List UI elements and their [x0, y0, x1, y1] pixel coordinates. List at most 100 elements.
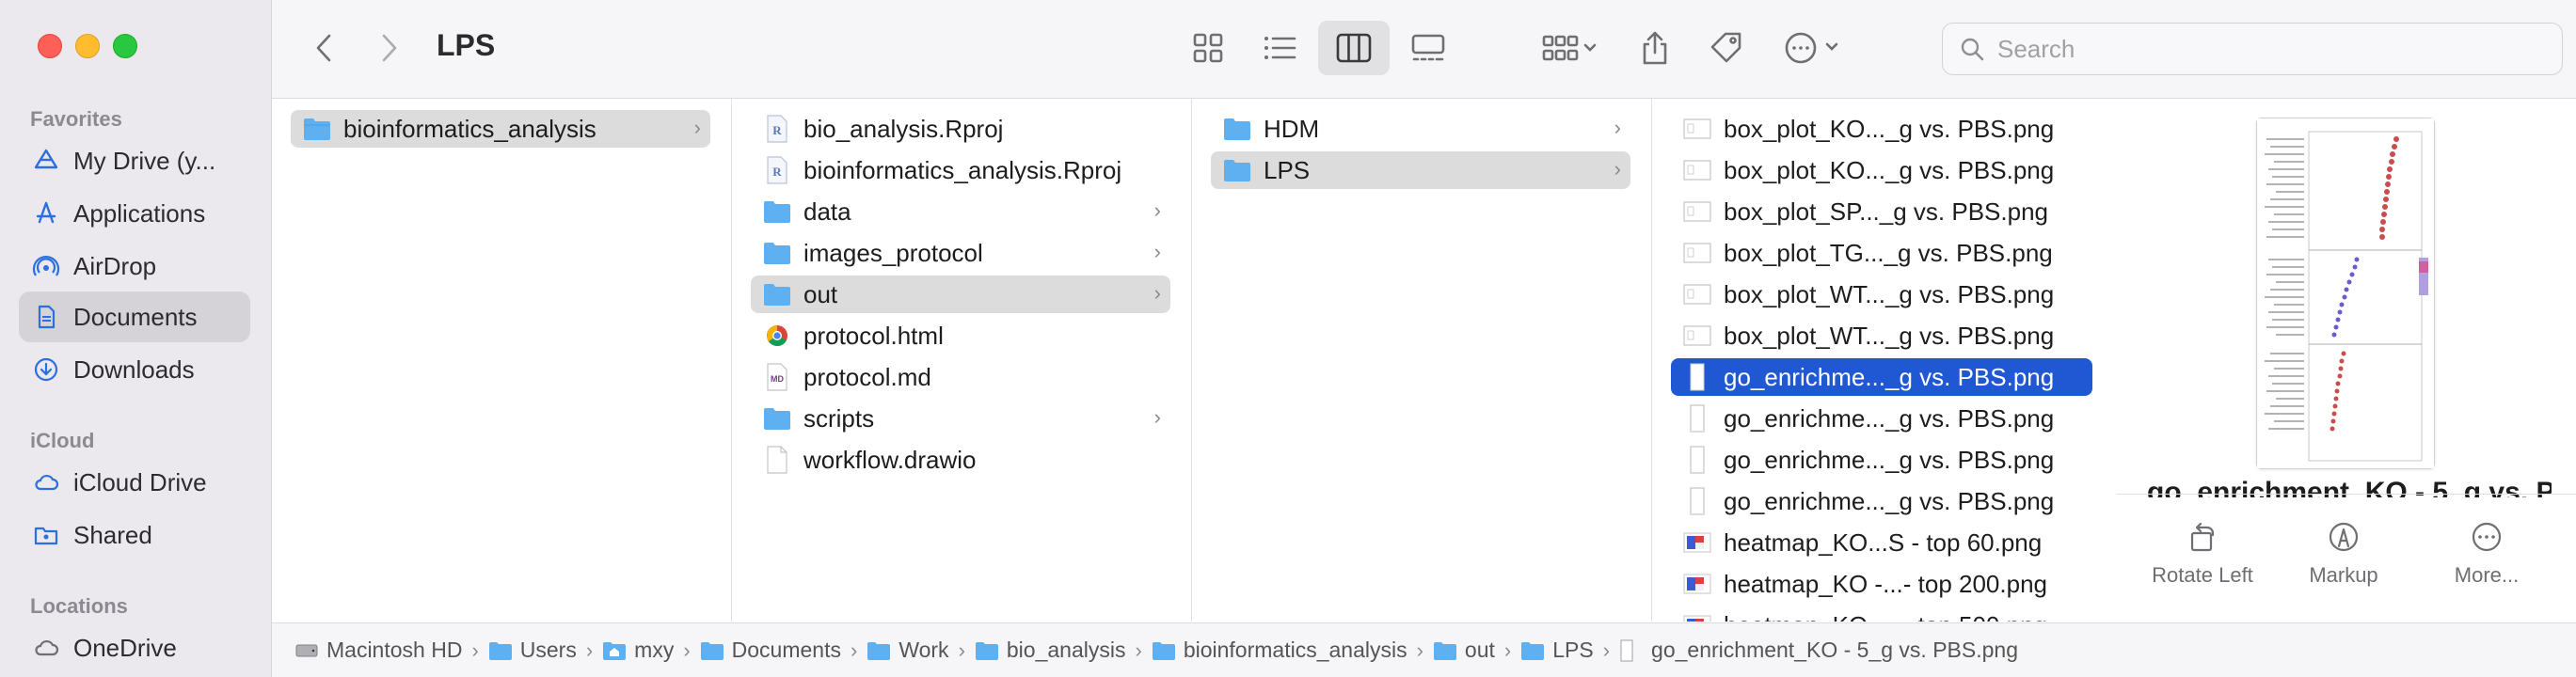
- list-item[interactable]: R bioinformatics_analysis.Rproj: [751, 151, 1170, 189]
- airdrop-icon: [30, 250, 62, 282]
- column-3: HDM › LPS ›: [1192, 99, 1652, 622]
- forward-button[interactable]: [366, 21, 413, 75]
- ellipsis-circle-icon: [1785, 32, 1838, 64]
- breadcrumb[interactable]: Users: [488, 638, 577, 663]
- gallery-icon: [1411, 34, 1445, 61]
- sidebar-item-downloads[interactable]: Downloads: [19, 344, 250, 395]
- sidebar-item-applications[interactable]: Applications: [19, 188, 250, 239]
- breadcrumb[interactable]: Work: [867, 638, 949, 663]
- list-item[interactable]: go_enrichme..._g vs. PBS.png: [1671, 441, 2092, 479]
- item-label: scripts: [803, 403, 875, 433]
- share-button[interactable]: [1627, 21, 1683, 75]
- search-field[interactable]: [1942, 23, 2563, 75]
- list-item[interactable]: workflow.drawio: [751, 441, 1170, 479]
- breadcrumb[interactable]: go_enrichment_KO - 5_g vs. PBS.png: [1619, 638, 2018, 663]
- list-item[interactable]: box_plot_SP..._g vs. PBS.png: [1671, 193, 2092, 230]
- tags-button[interactable]: [1698, 21, 1755, 75]
- list-item[interactable]: heatmap_KO -...- top 200.png: [1671, 565, 2092, 603]
- item-label: heatmap_KO...S - top 60.png: [1724, 527, 2043, 557]
- chrome-html-icon: [762, 321, 792, 351]
- sidebar-item-icloud-drive[interactable]: iCloud Drive: [19, 457, 250, 508]
- list-item[interactable]: out ›: [751, 276, 1170, 313]
- item-label: bio_analysis.Rproj: [803, 114, 1004, 143]
- image-file-icon: [1682, 321, 1712, 351]
- more-label: More...: [2454, 563, 2520, 587]
- item-label: go_enrichme..._g vs. PBS.png: [1724, 486, 2055, 515]
- list-item[interactable]: heatmap_KO -...- top 500.png: [1671, 606, 2092, 622]
- sidebar-item-airdrop[interactable]: AirDrop: [19, 241, 250, 291]
- list-item[interactable]: images_protocol ›: [751, 234, 1170, 272]
- folder-icon: [700, 638, 724, 663]
- heatmap-image-icon: [1682, 569, 1712, 599]
- list-view-button[interactable]: [1247, 21, 1312, 75]
- list-item[interactable]: box_plot_KO..._g vs. PBS.png: [1671, 151, 2092, 189]
- breadcrumb-separator: ›: [1503, 638, 1512, 662]
- group-by-button[interactable]: [1533, 21, 1608, 75]
- sidebar-item-label: Applications: [73, 198, 206, 228]
- minimize-window-button[interactable]: [75, 34, 100, 58]
- list-item[interactable]: box_plot_WT..._g vs. PBS.png: [1671, 317, 2092, 354]
- more-actions-button[interactable]: [1775, 21, 1851, 75]
- column-view-button[interactable]: [1318, 21, 1390, 75]
- markup-button[interactable]: Markup: [2273, 520, 2414, 588]
- list-item[interactable]: go_enrichme..._g vs. PBS.png: [1671, 482, 2092, 520]
- search-input[interactable]: [1996, 33, 2526, 65]
- svg-text:R: R: [772, 123, 782, 137]
- sidebar-item-label: Downloads: [73, 354, 195, 384]
- list-item-selected[interactable]: go_enrichme..._g vs. PBS.png: [1671, 358, 2092, 396]
- image-file-icon: [1682, 279, 1712, 309]
- toolbar: LPS: [272, 0, 2576, 99]
- chevron-right-icon: ›: [1614, 116, 1621, 139]
- rotate-left-button[interactable]: Rotate Left: [2132, 520, 2273, 588]
- back-button[interactable]: [300, 21, 347, 75]
- folder-icon: [488, 638, 513, 663]
- sidebar-item-documents[interactable]: Documents: [19, 291, 250, 342]
- image-file-icon: [1682, 445, 1712, 475]
- image-file-icon: [1682, 155, 1712, 185]
- gallery-view-button[interactable]: [1395, 21, 1461, 75]
- sidebar-item-shared[interactable]: Shared: [19, 510, 250, 560]
- list-item[interactable]: protocol.html: [751, 317, 1170, 354]
- close-window-button[interactable]: [38, 34, 62, 58]
- breadcrumb[interactable]: out: [1433, 638, 1495, 663]
- folder-icon: [867, 638, 891, 663]
- list-item[interactable]: go_enrichme..._g vs. PBS.png: [1671, 400, 2092, 437]
- tag-icon: [1710, 32, 1741, 63]
- locations-header: Locations: [30, 594, 128, 618]
- breadcrumb-separator: ›: [683, 638, 691, 662]
- list-item[interactable]: bioinformatics_analysis ›: [291, 110, 710, 148]
- cloud-icon: [30, 632, 62, 664]
- breadcrumb-separator: ›: [958, 638, 965, 662]
- list-item[interactable]: HDM ›: [1211, 110, 1630, 148]
- folder-icon: [1222, 155, 1252, 185]
- sidebar-item-onedrive[interactable]: OneDrive: [19, 622, 250, 673]
- list-item[interactable]: scripts ›: [751, 400, 1170, 437]
- list-item[interactable]: MD protocol.md: [751, 358, 1170, 396]
- list-item[interactable]: R bio_analysis.Rproj: [751, 110, 1170, 148]
- breadcrumb[interactable]: bio_analysis: [975, 638, 1125, 663]
- column-4: box_plot_KO..._g vs. PBS.png box_plot_KO…: [1652, 99, 2118, 622]
- list-item[interactable]: heatmap_KO...S - top 60.png: [1671, 524, 2092, 561]
- list-item[interactable]: LPS ›: [1211, 151, 1630, 189]
- folder-icon: [975, 638, 999, 663]
- icon-view-button[interactable]: [1175, 21, 1241, 75]
- breadcrumb[interactable]: Documents: [700, 638, 841, 663]
- more-button[interactable]: More...: [2416, 520, 2557, 588]
- chevron-right-icon: [382, 34, 397, 62]
- list-item[interactable]: data ›: [751, 193, 1170, 230]
- breadcrumb[interactable]: mxy: [602, 638, 674, 663]
- dot-plot-thumbnail-image: [2257, 118, 2434, 468]
- breadcrumb-separator: ›: [1416, 638, 1423, 662]
- list-item[interactable]: box_plot_WT..._g vs. PBS.png: [1671, 276, 2092, 313]
- breadcrumb[interactable]: bioinformatics_analysis: [1152, 638, 1407, 663]
- chevron-right-icon: ›: [1614, 157, 1621, 181]
- list-item[interactable]: box_plot_TG..._g vs. PBS.png: [1671, 234, 2092, 272]
- sidebar-item-my-drive[interactable]: My Drive (y...: [19, 135, 250, 186]
- breadcrumb[interactable]: Macintosh HD: [294, 638, 462, 663]
- chevron-right-icon: ›: [1153, 198, 1161, 222]
- zoom-window-button[interactable]: [113, 34, 137, 58]
- preview-thumbnail[interactable]: [2256, 118, 2435, 469]
- breadcrumb[interactable]: LPS: [1520, 638, 1594, 663]
- shared-folder-icon: [30, 519, 62, 551]
- list-item[interactable]: box_plot_KO..._g vs. PBS.png: [1671, 110, 2092, 148]
